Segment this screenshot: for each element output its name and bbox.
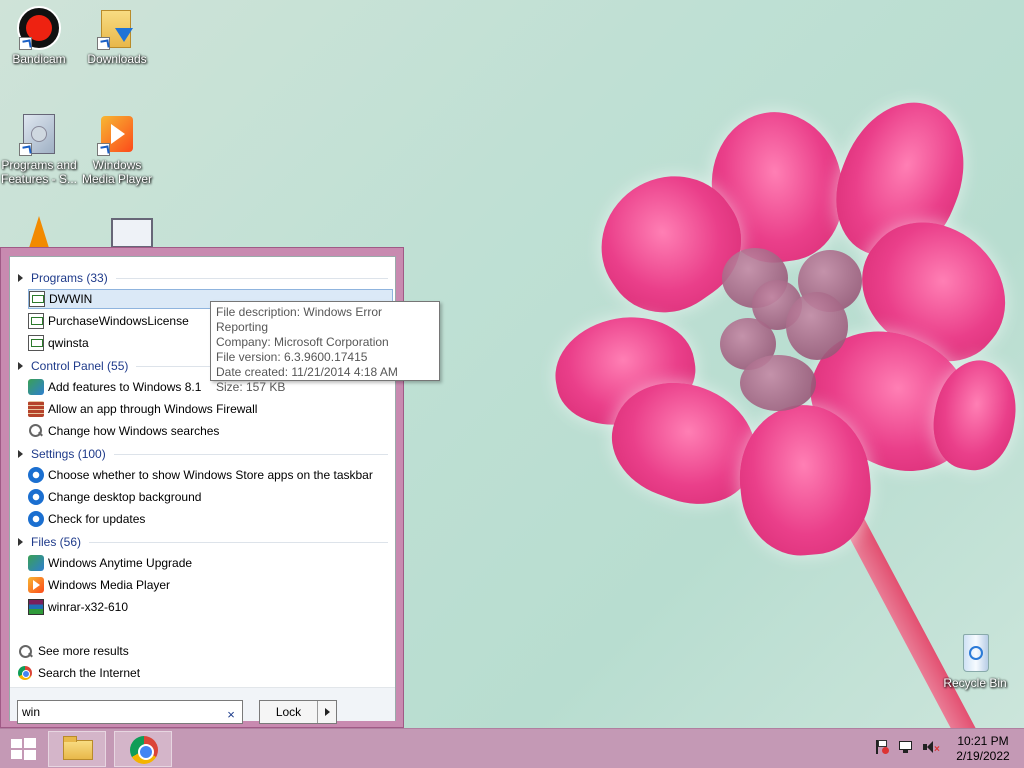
group-header-programs[interactable]: Programs (33) <box>18 269 388 287</box>
programs-features-icon <box>17 112 61 156</box>
gear-icon <box>28 489 44 505</box>
desktop-icon-label: Bandicam <box>12 52 66 66</box>
power-options-arrow-icon[interactable] <box>318 701 336 723</box>
anytime-upgrade-icon <box>28 555 44 571</box>
taskbar: × 10:21 PM 2/19/2022 <box>0 728 1024 768</box>
clear-search-icon[interactable]: × <box>224 704 238 722</box>
network-icon[interactable] <box>898 739 914 755</box>
gear-icon <box>28 467 44 483</box>
application-icon <box>29 291 45 307</box>
downloads-folder-icon <box>95 6 139 50</box>
search-internet-link[interactable]: Search the Internet <box>18 663 140 683</box>
tooltip-line: Date created: 11/21/2014 4:18 AM <box>216 365 398 379</box>
desktop-icon-programs-features[interactable]: Programs and Features - S... <box>0 112 79 186</box>
expand-triangle-icon <box>18 362 23 370</box>
desktop-icon-recycle-bin[interactable]: Recycle Bin <box>935 630 1015 690</box>
start-button[interactable] <box>8 736 38 762</box>
result-change-windows-searches[interactable]: Change how Windows searches <box>28 421 393 441</box>
add-features-icon <box>28 379 44 395</box>
application-icon <box>28 313 44 329</box>
desktop-icon-bandicam[interactable]: Bandicam <box>0 6 79 66</box>
tooltip-line: Company: Microsoft Corporation <box>216 335 389 349</box>
result-store-apps-taskbar[interactable]: Choose whether to show Windows Store app… <box>28 465 393 485</box>
group-header-settings[interactable]: Settings (100) <box>18 445 388 463</box>
desktop-icon-label: Windows Media Player <box>81 158 153 186</box>
desktop-icon-label: Downloads <box>87 52 147 66</box>
taskbar-chrome[interactable] <box>114 731 172 767</box>
action-center-flag-icon[interactable] <box>874 739 890 755</box>
desktop-icon-label: Programs and Features - S... <box>0 158 78 186</box>
chrome-icon <box>18 666 32 680</box>
expand-triangle-icon <box>18 274 23 282</box>
expand-triangle-icon <box>18 450 23 458</box>
clock-time: 10:21 PM <box>957 734 1009 748</box>
result-winrar[interactable]: winrar-x32-610 <box>28 597 393 617</box>
desktop-icon-label: Recycle Bin <box>943 676 1007 690</box>
result-allow-app-firewall[interactable]: Allow an app through Windows Firewall <box>28 399 393 419</box>
recycle-bin-icon <box>953 630 997 674</box>
result-windows-anytime-upgrade[interactable]: Windows Anytime Upgrade <box>28 553 393 573</box>
lock-button[interactable]: Lock <box>260 701 318 723</box>
windows-media-player-icon <box>95 112 139 156</box>
media-player-icon <box>28 577 44 593</box>
clock-date: 2/19/2022 <box>956 749 1010 763</box>
desktop-icon-downloads[interactable]: Downloads <box>77 6 157 66</box>
chrome-icon <box>130 736 158 764</box>
search-icon <box>28 423 44 439</box>
search-input-box[interactable]: × <box>17 700 243 724</box>
bandicam-icon <box>17 6 61 50</box>
result-check-for-updates[interactable]: Check for updates <box>28 509 393 529</box>
tooltip-line: Size: 157 KB <box>216 380 286 394</box>
gear-icon <box>28 511 44 527</box>
firewall-icon <box>28 401 44 417</box>
winrar-icon <box>28 599 44 615</box>
result-windows-media-player[interactable]: Windows Media Player <box>28 575 393 595</box>
desktop-icon-wmp[interactable]: Windows Media Player <box>77 112 157 186</box>
result-change-desktop-background[interactable]: Change desktop background <box>28 487 393 507</box>
search-icon <box>18 644 32 658</box>
file-explorer-icon <box>63 736 93 760</box>
group-header-files[interactable]: Files (56) <box>18 533 388 551</box>
search-bar-row: × Lock <box>10 687 395 724</box>
application-icon <box>28 335 44 351</box>
volume-muted-icon[interactable]: × <box>922 739 940 755</box>
power-split-button[interactable]: Lock <box>259 700 337 724</box>
tooltip-line: File description: Windows Error Reportin… <box>216 305 383 334</box>
expand-triangle-icon <box>18 538 23 546</box>
windows-logo-icon <box>11 739 22 748</box>
taskbar-clock[interactable]: 10:21 PM 2/19/2022 <box>948 734 1018 764</box>
see-more-results-link[interactable]: See more results <box>18 641 129 661</box>
search-input[interactable] <box>22 702 222 722</box>
taskbar-file-explorer[interactable] <box>48 731 106 767</box>
file-info-tooltip: File description: Windows Error Reportin… <box>210 301 440 394</box>
tooltip-line: File version: 6.3.9600.17415 <box>216 350 368 364</box>
